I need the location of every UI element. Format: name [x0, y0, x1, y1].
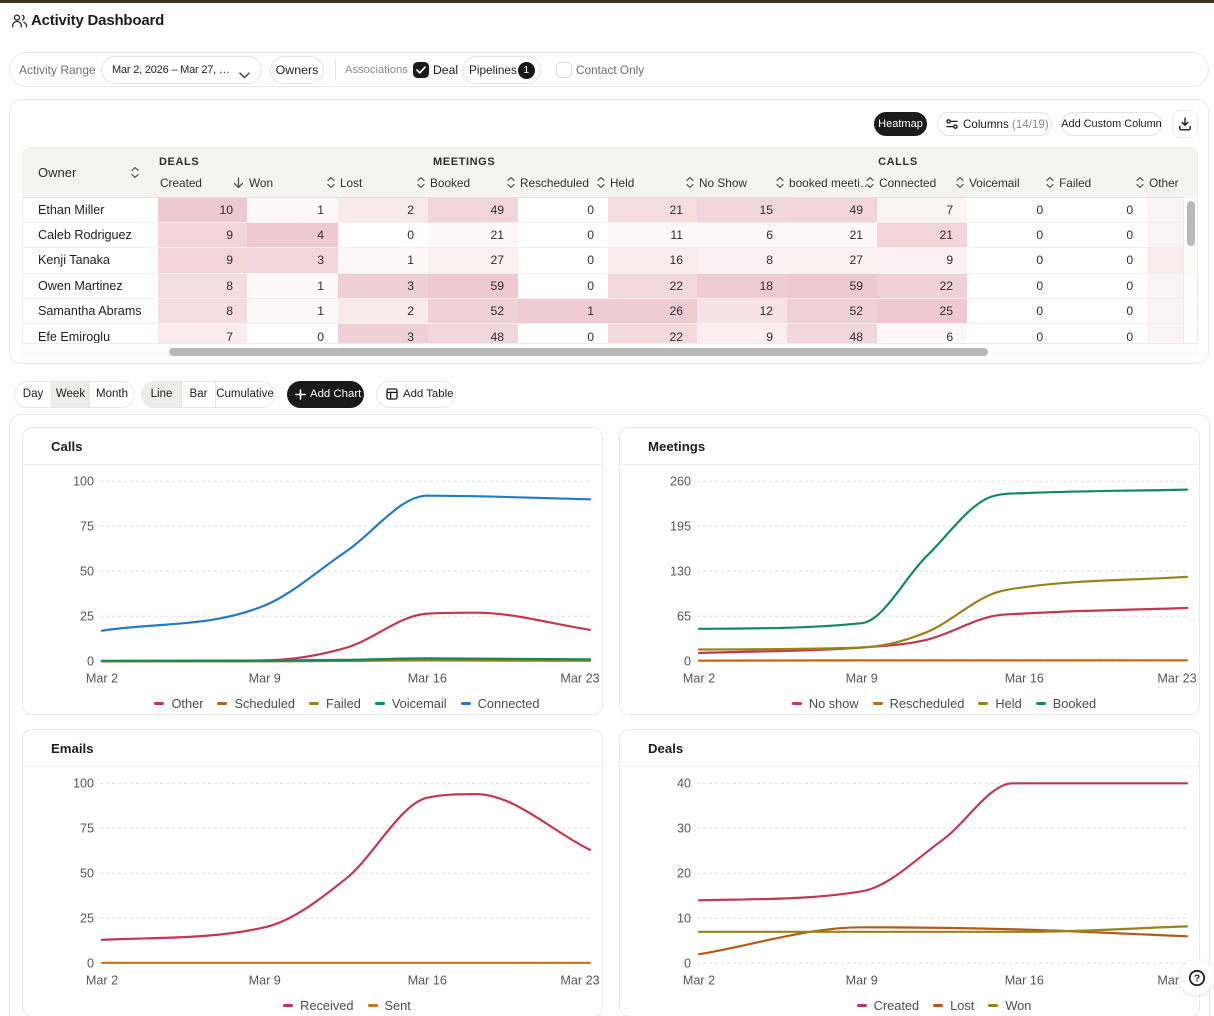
svg-text:?: ? — [1193, 973, 1199, 984]
svg-text:130: 130 — [670, 565, 691, 579]
svg-text:25: 25 — [80, 610, 94, 624]
svg-text:25: 25 — [80, 912, 94, 926]
svg-text:0: 0 — [684, 957, 691, 971]
svg-text:Mar 2: Mar 2 — [86, 672, 118, 686]
svg-text:50: 50 — [80, 565, 94, 579]
svg-text:100: 100 — [73, 777, 94, 791]
svg-text:Mar 23: Mar 23 — [560, 672, 599, 686]
svg-text:Mar 16: Mar 16 — [1005, 672, 1044, 686]
svg-text:100: 100 — [73, 475, 94, 489]
svg-text:Mar 9: Mar 9 — [249, 974, 281, 988]
svg-text:Mar 2: Mar 2 — [683, 672, 715, 686]
svg-text:0: 0 — [684, 655, 691, 669]
svg-text:20: 20 — [677, 867, 691, 881]
svg-text:Mar 2: Mar 2 — [683, 974, 715, 988]
svg-text:10: 10 — [677, 912, 691, 926]
svg-text:75: 75 — [80, 520, 94, 534]
svg-text:30: 30 — [677, 822, 691, 836]
svg-text:40: 40 — [677, 777, 691, 791]
svg-text:50: 50 — [80, 867, 94, 881]
svg-text:260: 260 — [670, 475, 691, 489]
svg-text:Mar 2: Mar 2 — [86, 974, 118, 988]
svg-text:Mar 9: Mar 9 — [846, 974, 878, 988]
svg-text:195: 195 — [670, 520, 691, 534]
svg-text:65: 65 — [677, 610, 691, 624]
svg-text:Mar 16: Mar 16 — [1005, 974, 1044, 988]
svg-text:Mar 23: Mar 23 — [560, 974, 599, 988]
svg-text:Mar 9: Mar 9 — [846, 672, 878, 686]
svg-text:0: 0 — [87, 655, 94, 669]
svg-text:75: 75 — [80, 822, 94, 836]
svg-text:0: 0 — [87, 957, 94, 971]
svg-text:Mar 16: Mar 16 — [408, 974, 447, 988]
svg-text:Mar 23: Mar 23 — [1157, 672, 1196, 686]
svg-text:Mar 9: Mar 9 — [249, 672, 281, 686]
svg-text:Mar 16: Mar 16 — [408, 672, 447, 686]
